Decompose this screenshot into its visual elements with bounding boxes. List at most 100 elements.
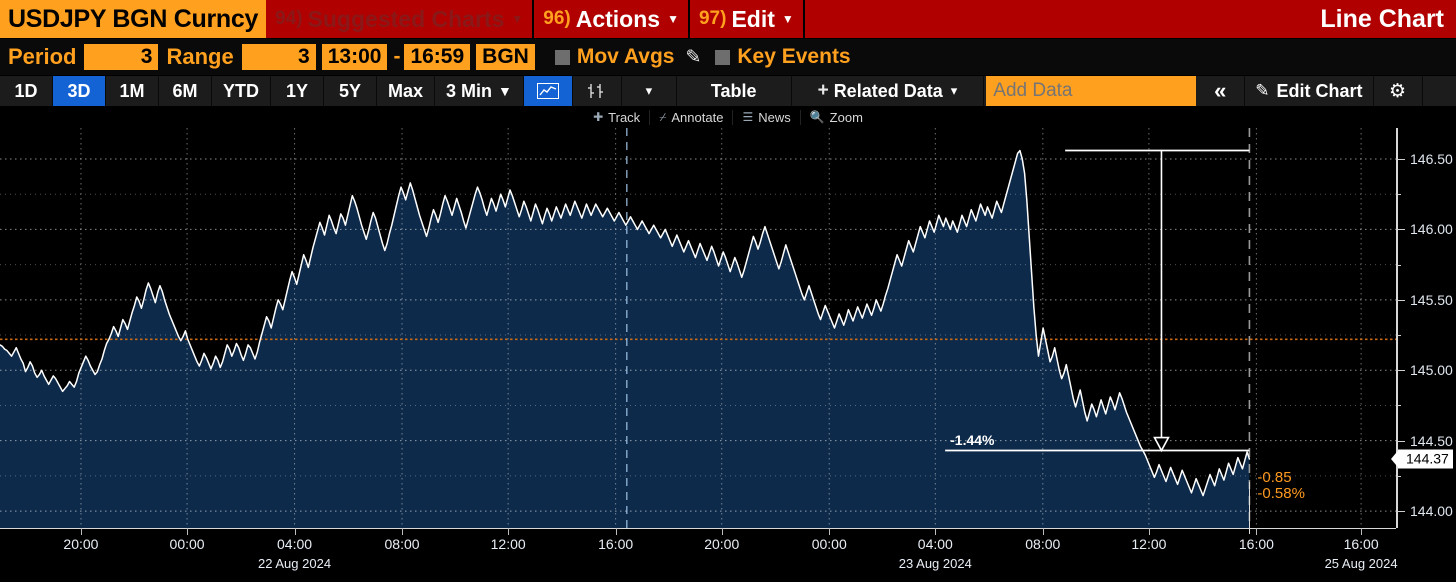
edit-chart-label: Edit Chart	[1276, 80, 1363, 101]
x-axis-label: 16:00	[1343, 536, 1379, 552]
annotate-label: Annotate	[671, 109, 724, 125]
x-axis-label: 08:00	[1025, 536, 1061, 552]
related-data-label: Related Data	[833, 80, 943, 101]
change-absolute: -0.85	[1257, 468, 1292, 486]
collapse-icon[interactable]: «	[1196, 76, 1246, 106]
x-axis-tick	[1042, 528, 1044, 535]
key-events-label: Key Events	[737, 45, 851, 68]
y-axis-minor-tick	[1396, 475, 1401, 477]
chevron-down-icon: ▼	[511, 12, 524, 26]
x-axis-tick	[402, 528, 404, 535]
track-label: Track	[608, 109, 641, 125]
edit-chart-button[interactable]: ✎ Edit Chart	[1245, 76, 1374, 106]
x-axis-tick	[508, 528, 510, 535]
period-bar: Period 3 Range 3 13:00 - 16:59 BGN Mov A…	[0, 39, 1456, 75]
x-axis-tick	[1148, 528, 1150, 535]
y-axis-minor-tick	[1396, 264, 1401, 266]
x-axis-label: 00:00	[169, 536, 205, 552]
x-axis-label: 12:00	[1131, 536, 1167, 552]
mov-avgs-label: Mov Avgs	[576, 45, 675, 68]
time-end-input[interactable]: 16:59	[404, 44, 471, 70]
period-input[interactable]: 3	[84, 44, 159, 70]
x-axis-label: 04:00	[917, 536, 953, 552]
x-axis-tick	[721, 528, 723, 535]
x-axis-line	[0, 528, 1396, 529]
x-axis-label: 16:00	[598, 536, 634, 552]
x-axis-label: 08:00	[384, 536, 420, 552]
y-axis-label: 145.00	[1410, 362, 1453, 379]
zoom-icon: 🔍	[809, 110, 825, 124]
x-axis-label: 16:00	[1238, 536, 1274, 552]
x-axis-label: 12:00	[490, 536, 526, 552]
x-axis-label: 20:00	[704, 536, 740, 552]
chevron-down-icon: ▼	[498, 83, 512, 99]
x-axis-date-label: 22 Aug 2024	[258, 556, 332, 571]
annotate-tool[interactable]: ⌿ Annotate	[650, 109, 734, 125]
gear-icon[interactable]: ⚙	[1374, 76, 1423, 106]
menu-number: 94)	[275, 8, 303, 29]
y-axis-minor-tick	[1396, 194, 1401, 196]
checkbox-icon[interactable]	[715, 49, 731, 65]
zoom-tool[interactable]: 🔍 Zoom	[801, 110, 872, 125]
time-start-input[interactable]: 13:00	[321, 44, 388, 70]
related-data-button[interactable]: + Related Data ▾	[792, 76, 985, 106]
y-axis-label: 144.00	[1410, 503, 1453, 520]
chart-type-title: Line Chart	[1308, 0, 1456, 38]
menu-edit[interactable]: 97) Edit ▼	[690, 0, 805, 38]
chevron-down-icon: ▼	[667, 12, 679, 26]
x-axis-tick	[187, 528, 189, 535]
y-axis-tick	[1396, 229, 1405, 231]
key-events-toggle[interactable]: Key Events	[715, 45, 851, 69]
mov-avgs-toggle[interactable]: Mov Avgs ✎	[554, 45, 701, 69]
menu-label: Actions	[575, 5, 661, 32]
track-icon: ✚	[593, 110, 604, 124]
annotate-icon: ⌿	[659, 109, 667, 124]
tab-range-ytd[interactable]: YTD	[212, 76, 271, 106]
zoom-label: Zoom	[829, 109, 863, 125]
y-axis: 146.50 146.00 145.50 145.00 144.50 144.00 144.…	[1396, 128, 1456, 528]
chart-area[interactable]: 146.50 146.00 145.50 145.00 144.50 144.00 144.…	[0, 128, 1456, 582]
tab-range-1y[interactable]: 1Y	[271, 76, 324, 106]
news-label: News	[758, 109, 791, 125]
y-axis-tick	[1396, 158, 1405, 160]
y-axis-tick	[1396, 370, 1405, 372]
last-price-tag: 144.37	[1398, 449, 1453, 469]
line-chart-icon[interactable]	[523, 76, 573, 106]
checkbox-icon[interactable]	[554, 49, 570, 65]
menu-suggested-charts[interactable]: 94) Suggested Charts ▼	[266, 0, 535, 38]
price-chart-plot[interactable]	[0, 128, 1396, 528]
change-percent: -0.58%	[1257, 484, 1305, 502]
x-axis-tick	[1256, 528, 1258, 535]
pencil-icon[interactable]: ✎	[685, 46, 701, 69]
tab-range-1m[interactable]: 1M	[106, 76, 159, 106]
tab-bar: 1D 3D 1M 6M YTD 1Y 5Y Max 3 Min ▼ ▾ Tabl…	[0, 75, 1456, 106]
tab-range-1d[interactable]: 1D	[0, 76, 53, 106]
x-axis-label: 04:00	[277, 536, 313, 552]
x-axis-label: 00:00	[811, 536, 847, 552]
source-input[interactable]: BGN	[476, 44, 535, 70]
chart-type-more-dropdown[interactable]: ▾	[622, 76, 677, 106]
tab-table[interactable]: Table	[677, 76, 792, 106]
period-label: Period	[8, 44, 77, 69]
x-axis-tick	[294, 528, 296, 535]
interval-dropdown[interactable]: 3 Min ▼	[435, 76, 524, 106]
ticker-field[interactable]: USDJPY BGN Curncy	[0, 0, 267, 38]
add-data-input[interactable]	[986, 76, 1197, 106]
tab-range-3d[interactable]: 3D	[53, 76, 106, 106]
x-axis-tick	[1361, 528, 1363, 535]
track-tool[interactable]: ✚ Track	[584, 109, 651, 125]
range-input[interactable]: 3	[241, 44, 316, 70]
menu-number: 97)	[698, 8, 727, 29]
tab-range-max[interactable]: Max	[377, 76, 436, 106]
y-axis-minor-tick	[1396, 405, 1401, 407]
bar-chart-icon[interactable]	[573, 76, 622, 106]
news-tool[interactable]: ☰ News	[733, 109, 801, 125]
menu-actions[interactable]: 96) Actions ▼	[534, 0, 690, 38]
tab-range-5y[interactable]: 5Y	[324, 76, 377, 106]
y-axis-label: 146.00	[1410, 221, 1453, 238]
tab-range-6m[interactable]: 6M	[159, 76, 212, 106]
y-axis-minor-tick	[1396, 335, 1401, 337]
plus-icon: +	[817, 80, 829, 101]
command-bar: USDJPY BGN Curncy 94) Suggested Charts ▼…	[0, 0, 1456, 39]
x-axis-date-label: 25 Aug 2024	[1324, 556, 1398, 571]
